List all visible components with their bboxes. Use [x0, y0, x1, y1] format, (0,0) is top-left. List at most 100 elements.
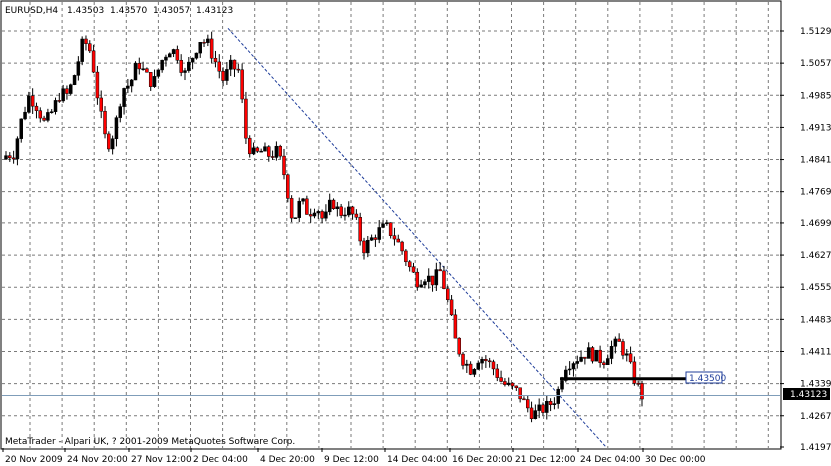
time-tick-label: 30 Dec 00:00 — [645, 455, 706, 465]
candle-body — [49, 111, 54, 113]
candle-body — [80, 38, 84, 62]
header-close: 1.43123 — [196, 6, 233, 16]
candle-body — [179, 59, 183, 73]
candle-body — [278, 145, 282, 157]
candle-body — [122, 88, 126, 107]
candle-body — [308, 214, 313, 217]
candle-body — [152, 76, 157, 87]
candle-body — [301, 198, 305, 202]
candle-body — [590, 347, 595, 362]
candle-body — [274, 145, 279, 158]
candle-body — [23, 111, 27, 120]
candle-body — [110, 138, 115, 150]
header-high: 1.43570 — [110, 6, 147, 16]
header-low: 1.43057 — [153, 6, 190, 16]
candle-body — [107, 133, 111, 150]
candle-body — [411, 266, 416, 273]
candle-body — [244, 98, 248, 139]
candle-body — [354, 213, 359, 218]
candle-body — [480, 358, 484, 364]
candle-body — [518, 387, 522, 400]
candle-body — [118, 106, 123, 118]
candle-body — [129, 79, 134, 87]
candle-body — [194, 52, 199, 59]
candle-body — [487, 360, 492, 363]
candle-body — [175, 49, 180, 61]
candle-body — [289, 198, 294, 219]
candle-body — [160, 59, 164, 71]
candle-body — [4, 155, 8, 160]
candle-body — [495, 368, 500, 378]
candle-body — [396, 238, 401, 243]
candle-body — [453, 314, 458, 339]
price-tick-label: 1.46270 — [800, 251, 831, 261]
time-tick-label: 9 Dec 12:00 — [324, 455, 379, 465]
candle-body — [57, 100, 62, 102]
price-tick-label: 1.45550 — [800, 283, 831, 293]
candle-body — [567, 368, 572, 371]
candle-body — [377, 227, 381, 240]
price-tick-label: 1.46990 — [800, 219, 831, 229]
candle-body — [605, 358, 610, 366]
candle-body — [533, 410, 538, 419]
candle-body — [76, 61, 81, 76]
price-tick-label: 1.41970 — [800, 443, 831, 453]
candle-body — [320, 211, 324, 219]
candle-body — [206, 38, 210, 43]
candle-body — [503, 381, 507, 385]
time-tick-label: 16 Dec 20:00 — [452, 455, 513, 465]
candle-body — [407, 261, 412, 268]
time-tick-label: 20 Nov 2009 — [5, 455, 63, 465]
candle-body — [602, 362, 606, 366]
candle-body — [263, 146, 267, 152]
hline-label-box[interactable]: 1.43500 — [685, 371, 726, 384]
candle-body — [465, 363, 469, 366]
candle-body — [255, 147, 260, 152]
candle-body — [95, 71, 100, 99]
candle-body — [552, 403, 557, 405]
price-tick-label: 1.42670 — [800, 412, 831, 422]
header-symbol: EURUSD,H4 — [5, 6, 58, 16]
candle-body — [628, 353, 633, 363]
copyright-text: MetaTrader - Alpari UK, ? 2001-2009 Meta… — [5, 437, 295, 447]
current-price-label: 1.43123 — [790, 390, 827, 400]
candle-body — [609, 346, 614, 359]
candle-body — [575, 361, 580, 364]
price-tick-label: 1.49130 — [800, 123, 831, 133]
time-tick-label: 2 Dec 04:00 — [193, 455, 248, 465]
price-tick-label: 1.51290 — [800, 27, 831, 37]
candle-body — [484, 358, 488, 362]
candle-body — [19, 118, 23, 139]
candle-body — [141, 68, 145, 70]
candle-body — [350, 206, 355, 215]
candle-body — [347, 206, 351, 216]
price-tick-label: 1.44110 — [800, 347, 831, 357]
candle-body — [598, 349, 602, 363]
candle-body — [426, 275, 431, 282]
candle-body — [148, 72, 153, 87]
candle-body — [103, 110, 107, 135]
candle-body — [449, 299, 454, 316]
candle-body — [525, 399, 530, 409]
candle-body — [529, 407, 534, 419]
time-tick-label: 24 Dec 04:00 — [580, 455, 641, 465]
current-price-box: 1.43123 — [783, 388, 830, 400]
candle-body — [388, 222, 393, 236]
candle-body — [30, 95, 35, 107]
candle-body — [499, 377, 503, 382]
time-axis: 20 Nov 2009 24 Nov 20:00 27 Nov 12:00 2 Dec… — [2, 448, 706, 465]
candle-body — [65, 88, 69, 94]
candle-body — [545, 401, 549, 413]
candle-body — [358, 217, 362, 242]
trendline-layer[interactable] — [227, 27, 607, 448]
candle-body — [461, 353, 465, 366]
candle-body — [385, 222, 389, 225]
price-tick-label: 1.48410 — [800, 156, 831, 166]
candle-body — [491, 361, 496, 370]
candle-body — [548, 401, 553, 405]
candle-body — [625, 353, 629, 356]
candle-body — [381, 223, 385, 228]
price-chart[interactable]: EURUSD,H4 1.43503 1.43570 1.43057 1.4312… — [0, 0, 831, 466]
time-tick-label: 27 Nov 12:00 — [131, 455, 192, 465]
candle-body — [293, 217, 298, 219]
